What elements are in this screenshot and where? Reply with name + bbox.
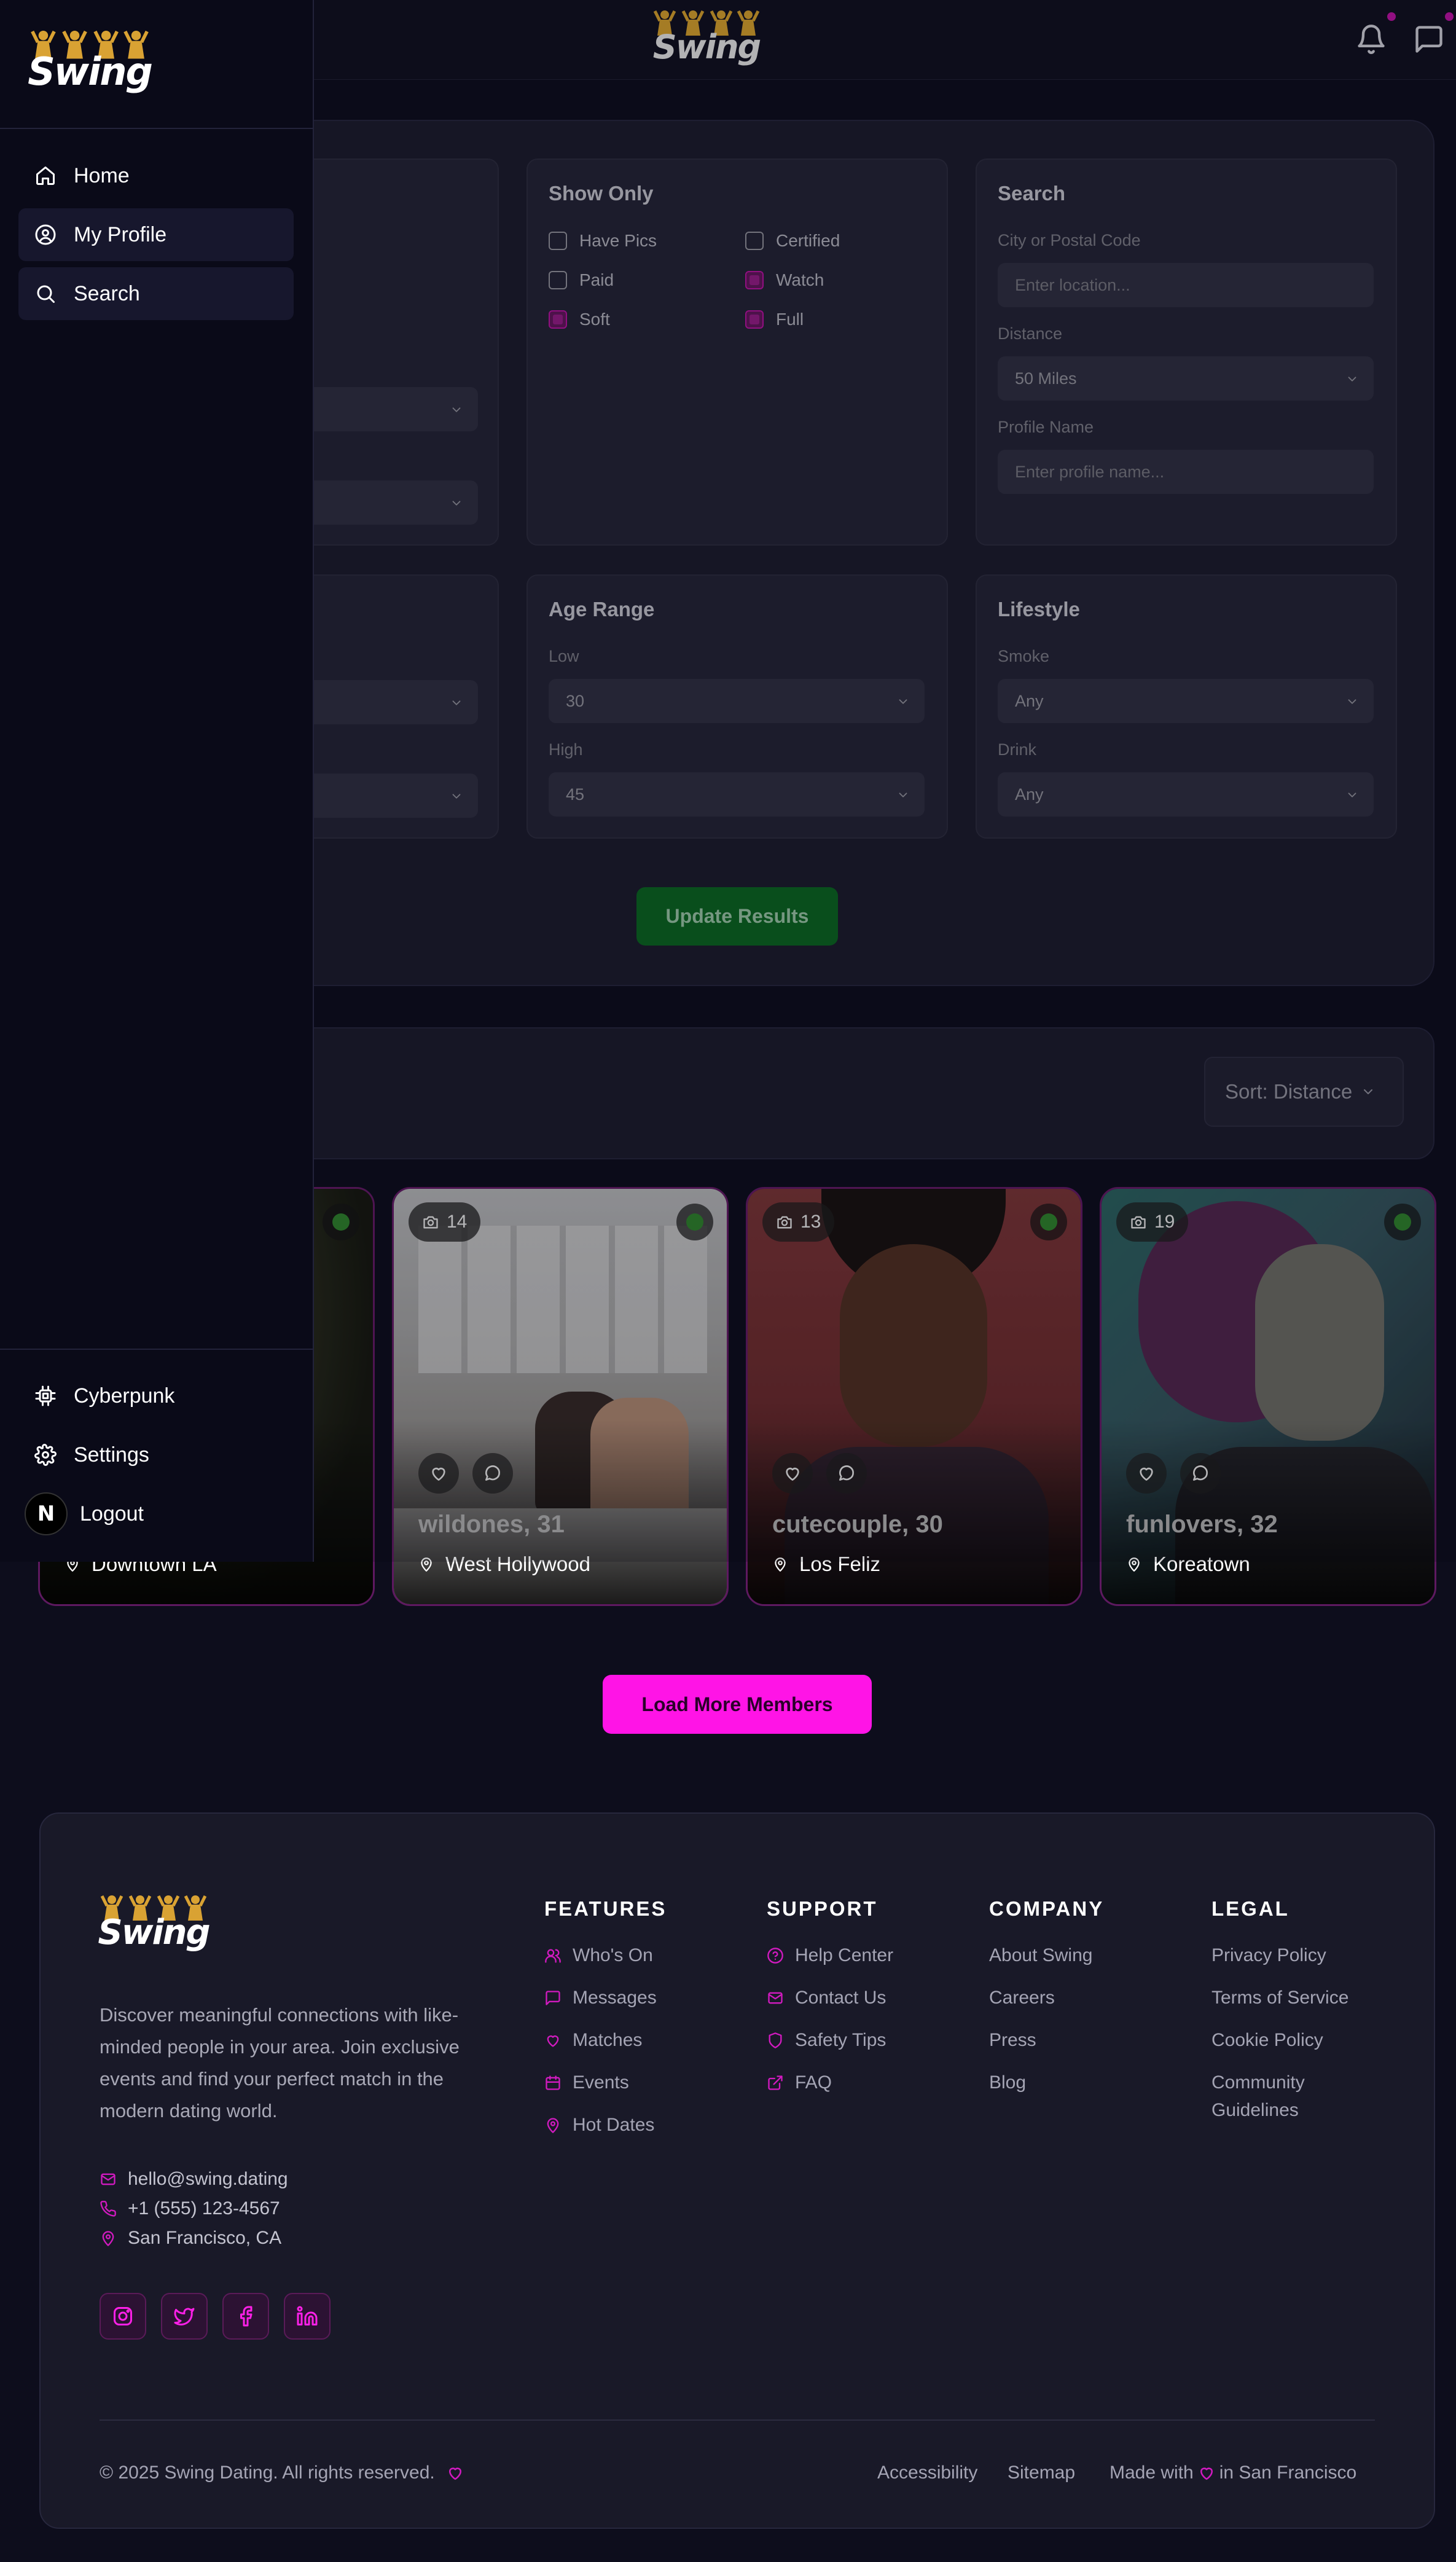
footer-link-safety-tips[interactable]: Safety Tips	[767, 2030, 886, 2051]
sidebar-item-label: Settings	[74, 1443, 149, 1467]
footer-company-title: COMPANY	[989, 1897, 1105, 1920]
sidebar-item-label: Search	[74, 281, 140, 305]
footer-link-whos-on[interactable]: Who's On	[544, 1945, 653, 1966]
instagram-button[interactable]	[100, 2293, 146, 2340]
copyright-text: © 2025 Swing Dating. All rights reserved…	[100, 2462, 435, 2483]
footer-link-blog[interactable]: Blog	[989, 2072, 1026, 2093]
facebook-button[interactable]	[222, 2293, 269, 2340]
made-in-text: in San Francisco	[1219, 2462, 1357, 2483]
footer-logo[interactable]: Swing	[98, 1892, 211, 1953]
sidebar-item-search[interactable]: Search	[18, 267, 294, 320]
footer-link-messages[interactable]: Messages	[544, 1988, 657, 2008]
mail-icon	[768, 1992, 783, 2004]
footer-link-events[interactable]: Events	[544, 2072, 629, 2093]
footer-support-title: SUPPORT	[767, 1897, 878, 1920]
logo-text: Swing	[98, 1913, 210, 1953]
footer-link-community[interactable]: Community	[1211, 2072, 1305, 2093]
footer-description: Discover meaningful connections with lik…	[100, 2004, 460, 2121]
sidebar-item-label: My Profile	[74, 222, 167, 246]
map-pin-icon	[102, 2231, 114, 2246]
users-icon	[545, 1949, 561, 1963]
sidebar-item-my-profile[interactable]: My Profile	[18, 208, 294, 261]
footer-link-careers[interactable]: Careers	[989, 1988, 1055, 2008]
sidebar-divider	[0, 128, 314, 129]
footer-link-faq[interactable]: FAQ	[767, 2072, 832, 2093]
footer-link-cookie[interactable]: Cookie Policy	[1211, 2030, 1323, 2051]
message-square-icon	[546, 1991, 560, 2005]
footer-link-terms[interactable]: Terms of Service	[1211, 1988, 1348, 2008]
instagram-icon	[114, 2307, 132, 2325]
footer-link-privacy[interactable]: Privacy Policy	[1211, 1945, 1326, 1966]
heart-icon	[448, 2467, 461, 2480]
sidebar-item-label: Logout	[80, 1502, 144, 1526]
heart-icon	[547, 2035, 559, 2047]
sidebar: Swing Home My Profile Search Cyberpunk S…	[0, 0, 314, 1562]
sidebar-item-settings[interactable]: Settings	[18, 1428, 294, 1481]
link-label: Safety Tips	[795, 2030, 887, 2050]
logo-text: Swing	[28, 49, 153, 94]
email-text: hello@swing.dating	[128, 2169, 288, 2189]
footer-divider	[100, 2419, 1375, 2421]
shield-icon	[769, 2032, 782, 2048]
made-with-text: Made with	[1110, 2462, 1194, 2483]
linkedin-button[interactable]	[284, 2293, 331, 2340]
heart-icon	[1200, 2467, 1213, 2480]
footer-link-contact-us[interactable]: Contact Us	[767, 1988, 886, 2008]
link-label: FAQ	[795, 2072, 832, 2093]
twitter-button[interactable]	[161, 2293, 208, 2340]
mail-icon	[101, 2173, 115, 2185]
footer-made-with: Made with in San Francisco	[1110, 2462, 1356, 2483]
footer-phone[interactable]: +1 (555) 123-4567	[100, 2198, 280, 2219]
footer-copyright: © 2025 Swing Dating. All rights reserved…	[100, 2462, 464, 2483]
calendar-icon	[546, 2075, 560, 2090]
link-label: Matches	[573, 2030, 643, 2050]
twitter-icon	[174, 2308, 195, 2325]
footer-link-help-center[interactable]: Help Center	[767, 1945, 893, 1966]
phone-icon	[100, 2201, 116, 2217]
footer-features-title: FEATURES	[544, 1897, 667, 1920]
linkedin-icon	[297, 2306, 318, 2325]
link-label: Messages	[573, 1988, 657, 2008]
sidebar-bottom-divider	[0, 1349, 314, 1350]
link-label: Who's On	[573, 1945, 653, 1965]
sidebar-item-label: Home	[74, 163, 130, 187]
facebook-icon	[240, 2306, 252, 2327]
gear-icon	[34, 1444, 57, 1466]
footer-link-guidelines[interactable]: Guidelines	[1211, 2100, 1299, 2121]
sidebar-item-home[interactable]: Home	[18, 149, 294, 202]
footer-link-about[interactable]: About Swing	[989, 1945, 1092, 1966]
help-circle-icon	[767, 1948, 783, 1964]
map-pin-icon	[547, 2118, 559, 2133]
phone-text: +1 (555) 123-4567	[128, 2198, 280, 2219]
sidebar-item-label: Cyberpunk	[74, 1384, 175, 1408]
footer-link-sitemap[interactable]: Sitemap	[1008, 2462, 1075, 2483]
load-more-button[interactable]: Load More Members	[603, 1675, 872, 1734]
link-label: Contact Us	[795, 1988, 887, 2008]
address-text: San Francisco, CA	[128, 2228, 282, 2248]
footer-email[interactable]: hello@swing.dating	[100, 2169, 288, 2190]
footer-address: San Francisco, CA	[100, 2228, 281, 2249]
sidebar-logo[interactable]: Swing	[28, 27, 153, 94]
footer-link-hot-dates[interactable]: Hot Dates	[544, 2115, 654, 2136]
search-icon	[37, 285, 55, 303]
link-label: Help Center	[795, 1945, 894, 1965]
link-label: Events	[573, 2072, 629, 2093]
footer-link-matches[interactable]: Matches	[544, 2030, 642, 2051]
home-icon	[36, 166, 55, 185]
user-circle-icon	[35, 224, 56, 245]
chip-icon	[35, 1385, 56, 1406]
footer-link-press[interactable]: Press	[989, 2030, 1036, 2051]
sidebar-item-cyberpunk[interactable]: Cyberpunk	[18, 1369, 294, 1422]
sidebar-item-logout[interactable]: N Logout	[18, 1487, 294, 1540]
footer-link-accessibility[interactable]: Accessibility	[877, 2462, 977, 2483]
external-link-icon	[768, 2075, 783, 2090]
footer-legal-title: LEGAL	[1211, 1897, 1290, 1920]
link-label: Hot Dates	[573, 2115, 655, 2135]
n-logo-icon: N	[25, 1492, 68, 1535]
